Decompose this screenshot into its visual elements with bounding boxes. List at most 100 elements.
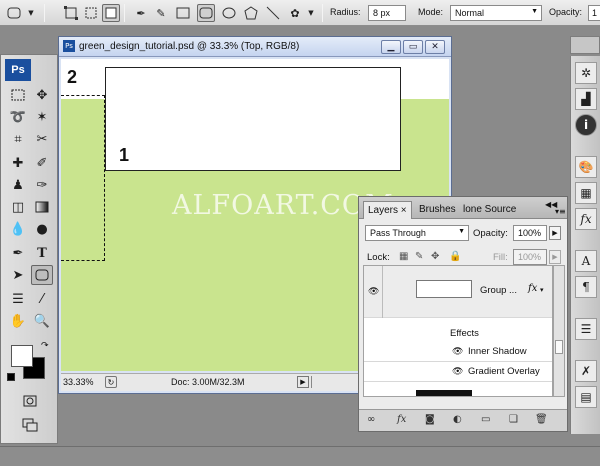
zoom-level[interactable]: 33.33% (63, 377, 94, 387)
brush-icon[interactable]: ✐ (31, 153, 53, 173)
paths-icon[interactable] (82, 4, 100, 22)
add-style-fx-icon[interactable]: fx (397, 414, 406, 425)
actions-icon[interactable]: ☰ (575, 318, 597, 340)
rounded-rectangle-icon[interactable] (197, 4, 215, 22)
layers-list: 👁 Group ... fx ▾ Effects 👁 Inner Shadow … (363, 265, 553, 397)
opacity-input[interactable]: 1 (588, 5, 600, 21)
tab-clone-source[interactable]: lone Source (459, 201, 520, 219)
add-mask-icon[interactable]: ◙ (425, 414, 435, 425)
pen-icon[interactable]: ✒ (132, 4, 150, 22)
lock-transparent-icon[interactable]: ▦ (399, 251, 408, 262)
blur-icon[interactable]: 💧 (7, 219, 29, 239)
swatches-icon[interactable]: ▦ (575, 182, 597, 204)
magic-wand-icon[interactable]: ✶ (31, 107, 53, 127)
restore-button[interactable]: ▭ (403, 40, 423, 54)
fill-input[interactable]: 100% (513, 249, 547, 265)
layer-comps-icon[interactable]: ▤ (575, 386, 597, 408)
lock-image-icon[interactable]: ✎ (415, 251, 423, 262)
chevron-down-icon[interactable]: ▼ (26, 4, 36, 22)
gradient-icon[interactable] (31, 197, 53, 217)
close-button[interactable]: ✕ (425, 40, 445, 54)
styles-fx-icon[interactable]: fx (575, 208, 597, 230)
layer-opacity-input[interactable]: 100% (513, 225, 547, 241)
notes-icon[interactable]: ☰ (7, 289, 29, 309)
dock-header[interactable] (570, 36, 600, 54)
effect-row-inner-shadow[interactable]: 👁 Inner Shadow (364, 342, 552, 362)
tab-brushes[interactable]: Brushes (415, 201, 460, 219)
default-colors-icon[interactable] (7, 373, 15, 381)
visibility-eye-icon[interactable]: 👁 (452, 346, 464, 356)
opacity-slider-arrow-icon[interactable]: ▶ (549, 226, 561, 240)
move-icon[interactable]: ✥ (31, 85, 53, 105)
chevron-down-icon[interactable]: ▼ (306, 4, 316, 22)
status-menu-icon[interactable]: ↻ (105, 376, 117, 388)
delete-layer-icon[interactable]: 🗑 (535, 414, 548, 425)
screen-mode-icon[interactable] (19, 415, 41, 435)
freeform-pen-icon[interactable]: ✎ (152, 4, 170, 22)
scroll-thumb[interactable] (555, 340, 563, 354)
paragraph-icon[interactable]: ¶ (575, 276, 597, 298)
tool-presets-icon[interactable]: ✗ (575, 360, 597, 382)
eyedropper-icon[interactable]: ⁄ (31, 289, 53, 309)
zoom-icon[interactable]: 🔍 (31, 311, 53, 331)
mode-select[interactable]: Normal ▼ (450, 5, 542, 21)
eraser-icon[interactable]: ◫ (7, 197, 29, 217)
clone-stamp-icon[interactable]: ♟ (7, 175, 29, 195)
pen-tool-icon[interactable]: ✒ (7, 243, 29, 263)
rectangle-icon[interactable] (174, 4, 192, 22)
visibility-eye-icon[interactable]: 👁 (452, 366, 464, 376)
hand-icon[interactable]: ✋ (7, 311, 29, 331)
histogram-icon[interactable]: ▟ (575, 88, 597, 110)
minimize-button[interactable]: ▁ (381, 40, 401, 54)
visibility-eye-icon[interactable]: 👁 (368, 286, 380, 296)
rounded-rectangle-tool-icon[interactable] (31, 265, 53, 285)
layers-scrollbar[interactable] (553, 265, 565, 397)
chevron-down-icon: ▼ (458, 228, 465, 235)
color-icon[interactable]: 🎨 (575, 156, 597, 178)
polygon-icon[interactable] (242, 4, 260, 22)
lock-all-icon[interactable]: 🔒 (449, 251, 461, 262)
layer-row-group[interactable]: 👁 Group ... fx ▾ (364, 266, 552, 318)
radius-label: Radius: (330, 7, 361, 17)
document-titlebar[interactable]: Ps green_design_tutorial.psd @ 33.3% (To… (59, 37, 451, 57)
info-icon[interactable]: i (575, 114, 597, 136)
ellipse-icon[interactable] (220, 4, 238, 22)
lasso-icon[interactable]: ➰ (7, 107, 29, 127)
separator (124, 4, 125, 22)
radius-input[interactable]: 8 px (368, 5, 406, 21)
healing-brush-icon[interactable]: ✚ (7, 153, 29, 173)
layer-row-next[interactable] (364, 384, 552, 396)
tab-layers[interactable]: Layers × (363, 201, 412, 219)
status-arrow-icon[interactable]: ▶ (297, 376, 309, 388)
link-layers-icon[interactable]: ∞ (367, 414, 375, 425)
shape-layers-icon[interactable] (62, 4, 80, 22)
new-layer-icon[interactable]: ❑ (509, 414, 518, 425)
tool-preset-picker[interactable] (6, 4, 24, 22)
fill-slider-arrow-icon[interactable]: ▶ (549, 250, 561, 264)
fill-pixels-icon[interactable] (102, 4, 120, 22)
custom-shape-icon[interactable]: ✿ (286, 4, 304, 22)
new-group-icon[interactable]: ▭ (481, 414, 490, 425)
swap-colors-icon[interactable]: ↷ (41, 341, 49, 351)
quick-mask-icon[interactable] (19, 391, 41, 411)
marquee-icon[interactable] (7, 85, 29, 105)
type-icon[interactable]: T (31, 243, 53, 263)
layers-footer: ∞ fx ◙ ◐ ▭ ❑ 🗑 (359, 409, 567, 431)
lock-position-icon[interactable]: ✥ (431, 251, 439, 262)
panel-menu-icon[interactable]: ▾≡ (555, 207, 566, 216)
history-brush-icon[interactable]: ✑ (31, 175, 53, 195)
psd-file-icon: Ps (63, 40, 75, 52)
effect-row-gradient-overlay[interactable]: 👁 Gradient Overlay (364, 362, 552, 382)
character-icon[interactable]: A (575, 250, 597, 272)
blend-mode-select[interactable]: Pass Through ▼ (365, 225, 469, 241)
fill-label: Fill: (493, 252, 508, 263)
adjustment-layer-icon[interactable]: ◐ (453, 414, 462, 425)
slice-icon[interactable]: ✂ (31, 129, 53, 149)
chevron-down-icon[interactable]: ▾ (540, 286, 544, 294)
dodge-icon[interactable]: ● (31, 219, 53, 239)
line-icon[interactable] (264, 4, 282, 22)
crop-icon[interactable]: ⌗ (7, 129, 29, 149)
path-selection-icon[interactable]: ➤ (7, 265, 29, 285)
white-rectangle (105, 67, 401, 171)
navigator-icon[interactable]: ✲ (575, 62, 597, 84)
